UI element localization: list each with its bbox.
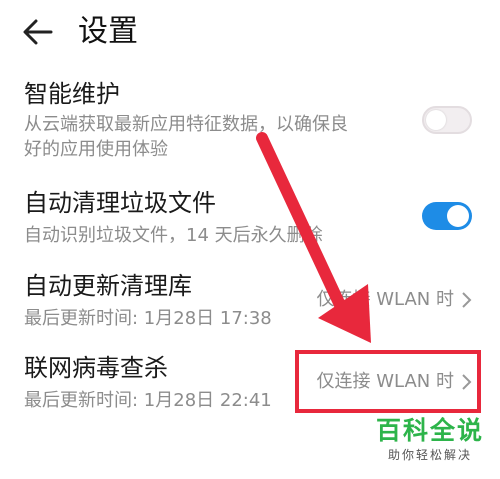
watermark: 百科全说 助你轻松解决: [374, 415, 486, 463]
row-title: 自动清理垃圾文件: [24, 189, 216, 217]
toggle-knob: [426, 110, 446, 130]
header: 设置: [0, 0, 500, 66]
value-text: 仅连接 WLAN 时: [316, 289, 454, 310]
arrow-left-icon: [23, 19, 53, 45]
row-description: 好的应用使用体验: [24, 139, 168, 160]
auto-update-library-value[interactable]: 仅连接 WLAN 时: [317, 287, 474, 313]
setting-row-smart-maintenance: 智能维护 从云端获取最新应用特征数据，以确保良 好的应用使用体验: [0, 72, 500, 168]
row-title: 智能维护: [24, 80, 120, 108]
toggle-knob: [447, 205, 469, 227]
row-description: 最后更新时间: 1月28日 22:41: [24, 390, 272, 411]
setting-row-online-virus-scan[interactable]: 联网病毒查杀 最后更新时间: 1月28日 22:41 仅连接 WLAN 时: [0, 350, 500, 420]
setting-row-auto-clean: 自动清理垃圾文件 自动识别垃圾文件，14 天后永久删除: [0, 185, 500, 255]
row-title: 联网病毒查杀: [24, 354, 168, 382]
auto-clean-toggle[interactable]: [422, 202, 472, 230]
watermark-title: 百科全说: [375, 416, 484, 445]
row-description: 自动识别垃圾文件，14 天后永久删除: [24, 225, 323, 246]
chevron-right-icon: [462, 292, 472, 308]
watermark-subtitle: 助你轻松解决: [387, 448, 472, 462]
smart-maintenance-toggle[interactable]: [422, 106, 472, 134]
chevron-right-icon: [462, 374, 472, 390]
row-title: 自动更新清理库: [24, 272, 192, 300]
online-virus-scan-value[interactable]: 仅连接 WLAN 时: [317, 369, 474, 395]
row-description: 从云端获取最新应用特征数据，以确保良: [24, 114, 348, 135]
page-title: 设置: [78, 14, 138, 49]
row-description: 最后更新时间: 1月28日 17:38: [24, 308, 272, 329]
value-text: 仅连接 WLAN 时: [316, 371, 454, 392]
setting-row-auto-update-library[interactable]: 自动更新清理库 最后更新时间: 1月28日 17:38 仅连接 WLAN 时: [0, 268, 500, 338]
back-button[interactable]: [18, 12, 58, 52]
